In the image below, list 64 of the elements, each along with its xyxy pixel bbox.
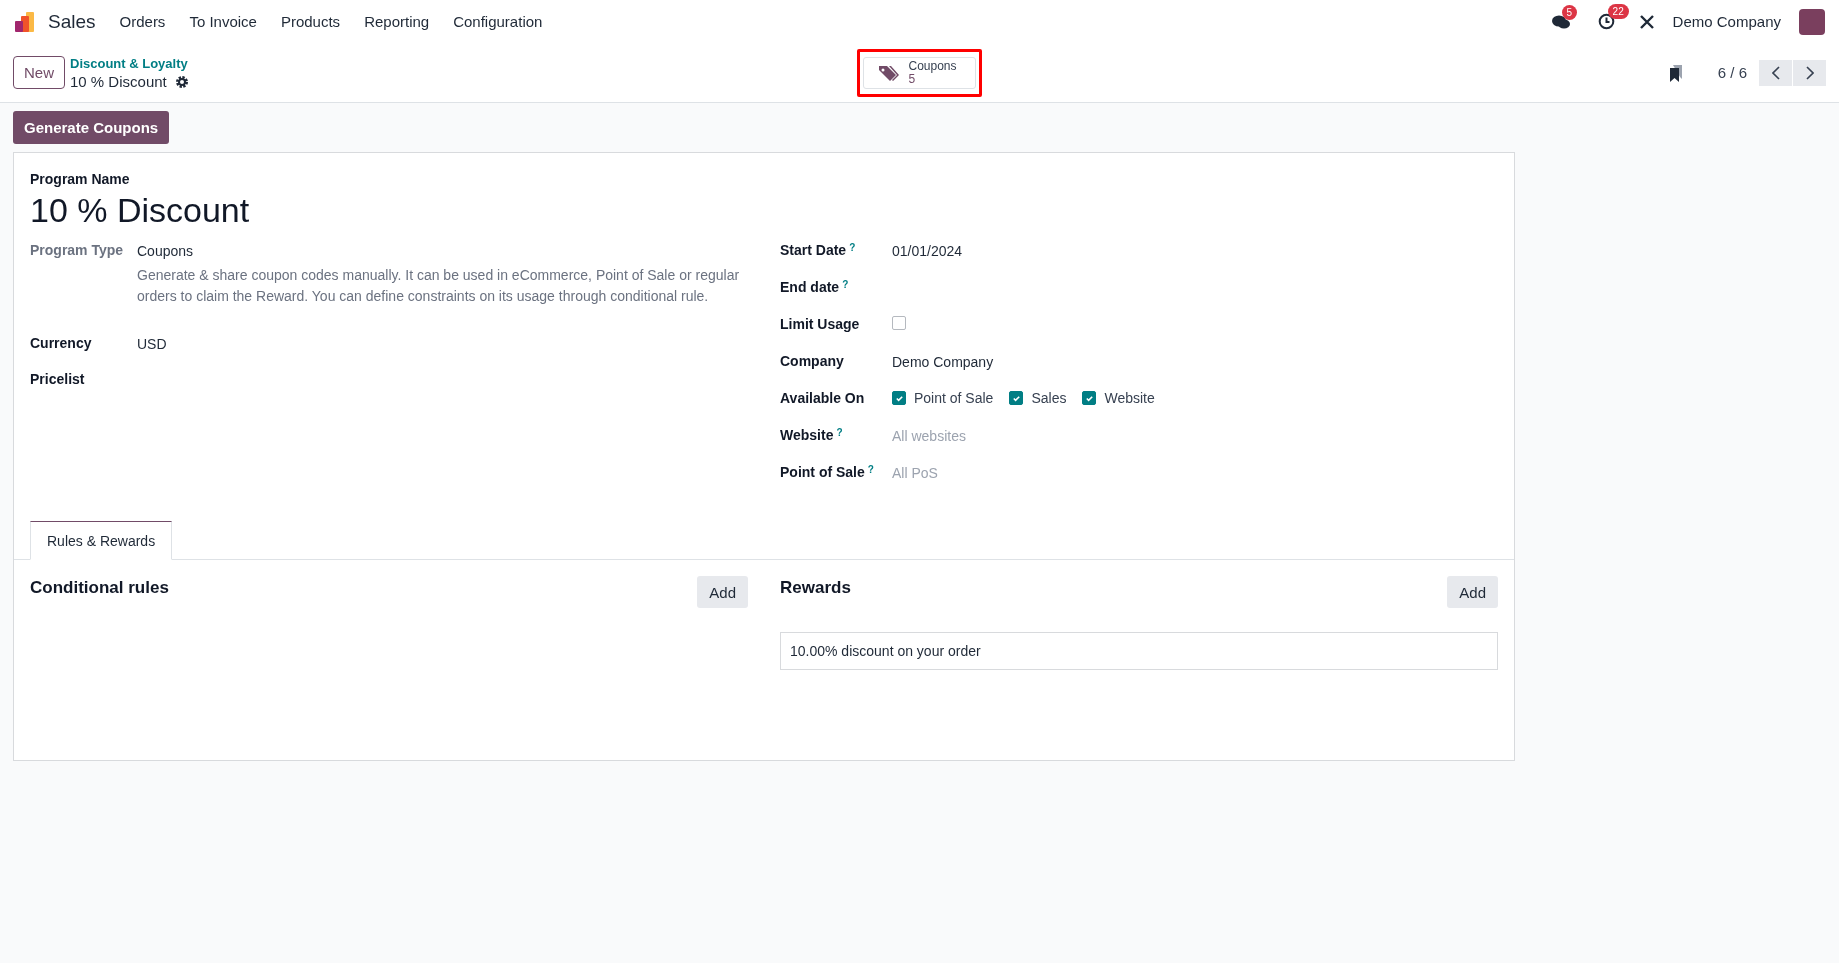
add-button[interactable]: Add [1447,576,1498,608]
field-label: Program Type [30,242,124,258]
checkbox[interactable] [892,316,906,330]
field-label: End date [780,279,840,295]
bookmark-icon[interactable] [1667,63,1684,82]
checkbox[interactable] [892,391,906,405]
generate-coupons-button[interactable]: Generate Coupons [13,111,170,144]
checkmark-icon [894,393,904,403]
field-label: Website [780,427,834,443]
reward-item[interactable]: 10.00% discount on your order [780,632,1498,670]
menu-item[interactable]: Orders [109,13,176,30]
breadcrumb-link[interactable]: Discount & Loyalty [70,54,189,73]
checkbox[interactable] [1082,391,1097,405]
app-logo-icon[interactable] [14,10,36,33]
program-type-description: Generate & share coupon codes manually. It can be used in eCommerce, Point of Sale or regular orders to claim the Reward. You can define constraints on its usage through conditional rule. [137,266,741,306]
menu-item[interactable]: Products [270,13,351,30]
company-name[interactable]: Demo Company [1672,13,1781,30]
tab[interactable]: Rules & Rewards [30,521,173,560]
field-label: Limit Usage [780,316,860,332]
field-value[interactable]: Demo Company [892,354,994,370]
user-avatar[interactable] [1799,8,1825,35]
field-value[interactable]: 01/01/2024 [892,243,963,259]
chevron-right-icon [1805,65,1814,80]
coupons-smart-button[interactable]: Coupons 5 [863,56,976,89]
field-label: Available On [780,390,865,406]
checkbox-label[interactable]: Sales [1031,390,1067,406]
checkbox[interactable] [1009,391,1024,405]
new-button[interactable]: New [13,56,65,89]
checkbox-label[interactable]: Point of Sale [914,390,994,406]
field-label: Point of Sale [780,464,865,480]
smart-button-label: Coupons [908,59,957,73]
add-button[interactable]: Add [697,576,748,608]
help-mark[interactable]: ? [849,242,856,253]
help-mark[interactable]: ? [842,279,849,290]
field-label: Company [780,353,844,369]
pager-counter: 6 / 6 [1717,64,1747,81]
notification-badge: 22 [1607,4,1629,19]
checkmark-icon [1084,393,1094,403]
gear-icon[interactable] [174,74,189,89]
field-label: Program Name [30,171,131,187]
checkmark-icon [1011,393,1021,403]
field-value[interactable]: Coupons [137,243,194,259]
section-title: Rewards [780,578,851,598]
field-label: Currency [30,335,92,351]
help-mark[interactable]: ? [836,427,843,438]
checkbox-label[interactable]: Website [1104,390,1155,406]
program-name[interactable]: 10 % Discount [30,191,1498,230]
previous-button[interactable] [1759,59,1792,86]
field-label: Start Date [780,242,847,258]
record-name: 10 % Discount [70,72,167,91]
menu-item[interactable]: Configuration [443,13,553,30]
notification-badge: 5 [1561,4,1578,20]
menu-item[interactable]: Reporting [354,13,440,30]
field-label: Pricelist [30,371,85,387]
section-title: Conditional rules [30,578,169,598]
smart-button-count: 5 [908,72,916,86]
chevron-left-icon [1771,65,1780,80]
clock-icon[interactable] [1597,13,1615,30]
tags-icon [878,63,901,82]
next-button[interactable] [1793,59,1826,86]
field-value[interactable]: USD [137,336,167,352]
app-name[interactable]: Sales [48,10,96,33]
menu-item[interactable]: To Invoice [179,13,267,30]
help-mark[interactable]: ? [867,464,874,475]
